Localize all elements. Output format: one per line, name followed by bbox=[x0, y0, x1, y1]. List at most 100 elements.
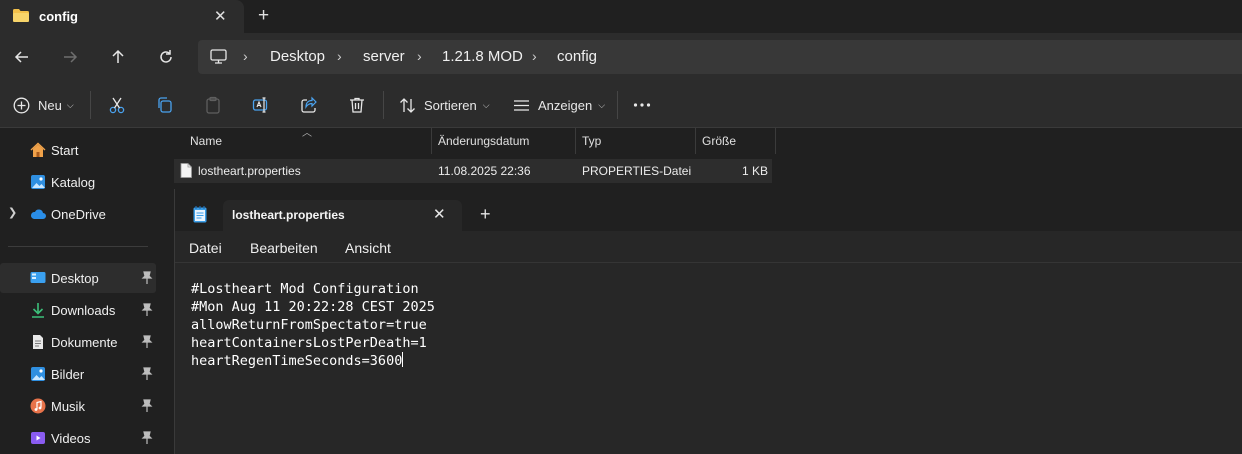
file-list: ︿ Name Änderungsdatum Typ Größe losthear… bbox=[160, 128, 1242, 190]
view-button-label: Anzeigen bbox=[538, 97, 593, 113]
new-button-label: Neu bbox=[38, 97, 62, 113]
column-header-size[interactable]: Größe bbox=[696, 128, 776, 154]
notepad-menu-bar: Datei Bearbeiten Ansicht bbox=[175, 231, 1242, 263]
close-tab-icon[interactable]: ✕ bbox=[433, 205, 446, 223]
sort-button-label: Sortieren bbox=[424, 97, 477, 113]
text-caret bbox=[402, 352, 404, 367]
explorer-tab-config[interactable]: config ✕ bbox=[0, 0, 244, 33]
editor-line: heartContainersLostPerDeath=1 bbox=[191, 335, 427, 351]
back-arrow-icon[interactable] bbox=[10, 45, 34, 69]
editor-line: allowReturnFromSpectator=true bbox=[191, 317, 427, 333]
breadcrumb-config[interactable]: config bbox=[557, 48, 597, 65]
editor-line: #Lostheart Mod Configuration bbox=[191, 281, 419, 297]
sidebar-item-label: OneDrive bbox=[51, 207, 106, 222]
video-icon bbox=[31, 432, 45, 444]
column-header-label: Name bbox=[190, 134, 223, 148]
copy-button[interactable] bbox=[156, 95, 174, 115]
up-arrow-icon[interactable] bbox=[106, 45, 130, 69]
notepad-tab-title: lostheart.properties bbox=[232, 208, 345, 222]
menu-ansicht[interactable]: Ansicht bbox=[345, 240, 391, 256]
sidebar-item-musik[interactable]: Musik bbox=[0, 391, 156, 421]
address-bar[interactable]: › Desktop › server › 1.21.8 MOD › config bbox=[198, 40, 1242, 74]
table-row[interactable]: lostheart.properties 11.08.2025 22:36 PR… bbox=[174, 159, 772, 183]
column-header-label: Typ bbox=[582, 134, 602, 148]
column-header-name[interactable]: Name bbox=[184, 128, 432, 154]
music-icon bbox=[30, 398, 46, 414]
delete-button[interactable] bbox=[348, 95, 366, 115]
breadcrumb-mod[interactable]: 1.21.8 MOD bbox=[442, 48, 523, 65]
sidebar-item-label: Dokumente bbox=[51, 335, 118, 350]
pictures-icon bbox=[31, 367, 45, 381]
view-button[interactable]: Anzeigen ⌵ bbox=[513, 95, 605, 115]
notepad-window: lostheart.properties ✕ + Datei Bearbeite… bbox=[174, 189, 1242, 454]
new-button[interactable]: Neu ⌵ bbox=[13, 95, 74, 115]
cut-button[interactable] bbox=[108, 95, 126, 115]
sidebar-item-label: Musik bbox=[51, 399, 85, 414]
editor-line-last: heartRegenTimeSeconds=3600 bbox=[191, 352, 1242, 370]
more-options-button[interactable] bbox=[633, 95, 651, 115]
file-modified: 11.08.2025 22:36 bbox=[438, 164, 531, 178]
list-view-icon bbox=[514, 99, 529, 111]
sidebar-item-dokumente[interactable]: Dokumente bbox=[0, 327, 156, 357]
sidebar-item-katalog[interactable]: Katalog bbox=[0, 167, 156, 197]
rename-button[interactable] bbox=[252, 95, 270, 115]
column-header-label: Größe bbox=[702, 134, 737, 148]
pin-icon[interactable] bbox=[141, 367, 153, 381]
file-name: lostheart.properties bbox=[198, 164, 301, 178]
sidebar-item-bilder[interactable]: Bilder bbox=[0, 359, 156, 389]
sidebar-item-start[interactable]: Start bbox=[0, 135, 156, 165]
column-header-type[interactable]: Typ bbox=[576, 128, 696, 154]
text-editor[interactable]: #Lostheart Mod Configuration #Mon Aug 11… bbox=[175, 264, 1242, 454]
scissors-icon bbox=[109, 97, 125, 114]
navigation-bar: › Desktop › server › 1.21.8 MOD › config bbox=[0, 33, 1242, 81]
forward-arrow-icon[interactable] bbox=[58, 45, 82, 69]
download-icon bbox=[32, 303, 44, 318]
document-icon bbox=[33, 335, 43, 349]
new-tab-icon[interactable]: + bbox=[258, 5, 269, 27]
chevron-right-icon: › bbox=[243, 48, 248, 64]
plus-circle-icon bbox=[13, 97, 30, 113]
close-tab-icon[interactable]: ✕ bbox=[214, 7, 227, 25]
notepad-tab[interactable]: lostheart.properties ✕ bbox=[223, 200, 462, 231]
column-header-modified[interactable]: Änderungsdatum bbox=[432, 128, 576, 154]
command-divider bbox=[90, 91, 91, 119]
file-type: PROPERTIES-Datei bbox=[582, 164, 692, 178]
menu-datei[interactable]: Datei bbox=[189, 240, 222, 256]
notepad-icon bbox=[193, 206, 207, 223]
sidebar-item-label: Bilder bbox=[51, 367, 85, 382]
sidebar-item-label: Desktop bbox=[51, 271, 99, 286]
column-header-label: Änderungsdatum bbox=[438, 134, 530, 148]
refresh-icon[interactable] bbox=[154, 45, 178, 69]
chevron-down-icon: ⌵ bbox=[598, 99, 606, 110]
pin-icon[interactable] bbox=[141, 399, 153, 413]
desktop-icon bbox=[30, 272, 46, 283]
chevron-right-icon: › bbox=[532, 48, 537, 64]
share-button[interactable] bbox=[300, 95, 318, 115]
command-bar: Neu ⌵ Sortieren ⌵ Anzeigen ⌵ bbox=[0, 81, 1242, 128]
sidebar-item-onedrive[interactable]: ❯ OneDrive bbox=[0, 199, 156, 229]
sidebar-item-desktop[interactable]: Desktop bbox=[0, 263, 156, 293]
gallery-icon bbox=[31, 175, 45, 189]
menu-bearbeiten[interactable]: Bearbeiten bbox=[250, 240, 318, 256]
breadcrumb-server[interactable]: server bbox=[363, 48, 405, 65]
sort-button[interactable]: Sortieren ⌵ bbox=[399, 95, 490, 115]
sidebar-item-label: Videos bbox=[51, 431, 91, 446]
pin-icon[interactable] bbox=[141, 271, 153, 285]
pin-icon[interactable] bbox=[141, 431, 153, 445]
sidebar-item-videos[interactable]: Videos bbox=[0, 423, 156, 453]
breadcrumb-desktop[interactable]: Desktop bbox=[270, 48, 325, 65]
sidebar-item-downloads[interactable]: Downloads bbox=[0, 295, 156, 325]
ellipsis-icon bbox=[633, 103, 651, 107]
file-size: 1 KB bbox=[741, 164, 768, 178]
chevron-right-icon[interactable]: ❯ bbox=[8, 206, 17, 219]
pin-icon[interactable] bbox=[141, 303, 153, 317]
new-tab-icon[interactable]: + bbox=[480, 204, 491, 225]
computer-icon bbox=[210, 49, 227, 64]
clipboard-icon bbox=[206, 96, 220, 114]
chevron-down-icon: ⌵ bbox=[482, 99, 490, 110]
chevron-right-icon: › bbox=[417, 48, 422, 64]
chevron-right-icon: › bbox=[337, 48, 342, 64]
pin-icon[interactable] bbox=[141, 335, 153, 349]
chevron-down-icon: ⌵ bbox=[66, 99, 74, 110]
file-icon bbox=[180, 163, 192, 178]
